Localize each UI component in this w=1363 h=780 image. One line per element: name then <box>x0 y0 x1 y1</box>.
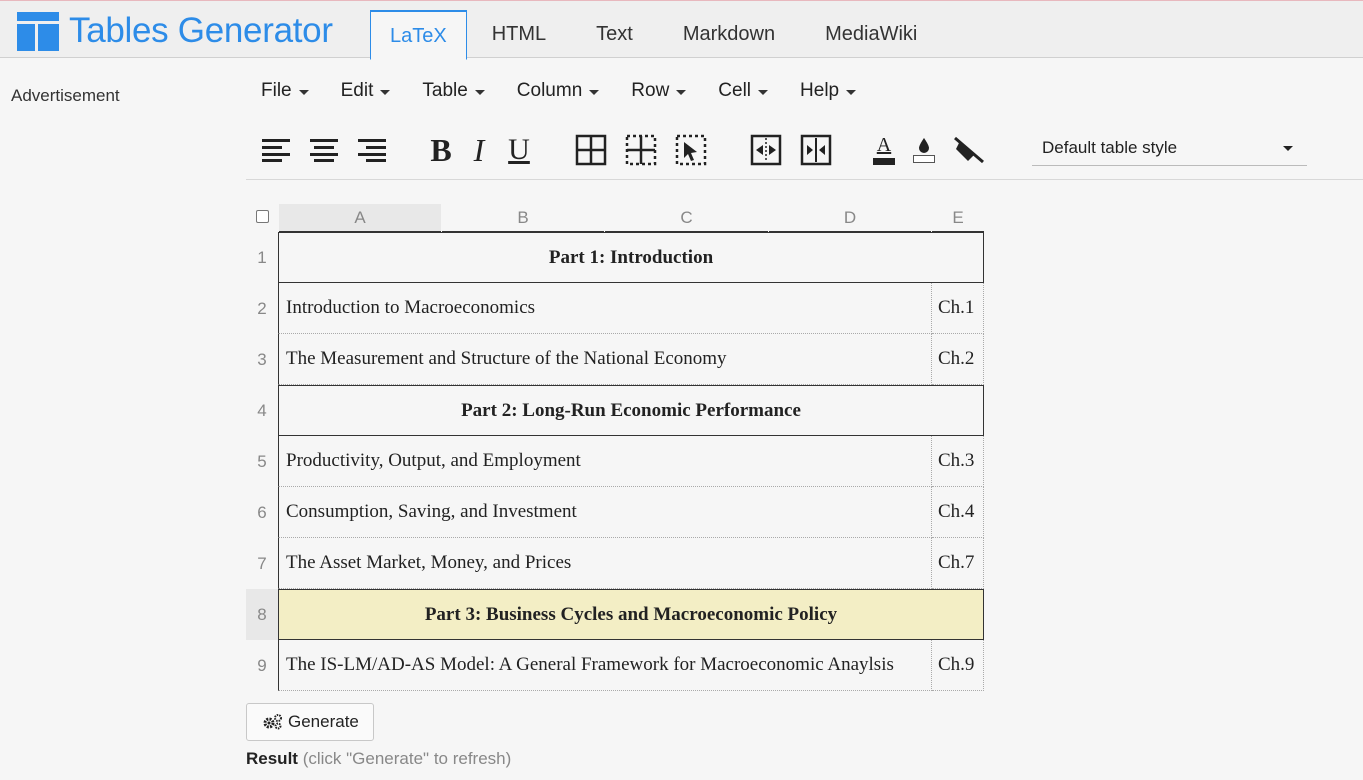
column-header-e[interactable]: E <box>932 204 984 232</box>
table-style-select[interactable]: Default table style <box>1032 130 1307 166</box>
merge-cells-icon[interactable] <box>748 132 784 168</box>
menu-column[interactable]: Column <box>516 80 600 102</box>
gears-icon <box>263 714 282 730</box>
table-cell[interactable]: The IS-LM/AD-AS Model: A General Framewo… <box>278 640 932 691</box>
table-cell[interactable]: Consumption, Saving, and Investment <box>278 487 932 538</box>
select-borders-icon[interactable] <box>673 132 709 168</box>
align-center-icon[interactable] <box>306 132 342 168</box>
row-header[interactable]: 3 <box>246 334 278 385</box>
row-header[interactable]: 6 <box>246 487 278 538</box>
align-left-icon[interactable] <box>258 132 294 168</box>
result-label: Result <box>246 749 298 768</box>
menu-label: Help <box>800 80 840 101</box>
menu-bar: File Edit Table Column Row Cell Help <box>261 80 888 102</box>
background-color-icon[interactable] <box>906 132 942 168</box>
menu-file[interactable]: File <box>261 80 309 102</box>
format-tabs: LaTeX HTML Text Markdown MediaWiki <box>370 10 942 60</box>
logo[interactable]: Tables Generator <box>17 11 333 51</box>
clear-format-icon[interactable] <box>951 132 987 168</box>
top-bar: Tables Generator LaTeX HTML Text Markdow… <box>0 0 1363 60</box>
row-header[interactable]: 1 <box>246 232 278 283</box>
format-toolbar: B I U A Default table style <box>246 126 1363 180</box>
column-header-c[interactable]: C <box>605 204 768 232</box>
tab-latex[interactable]: LaTeX <box>370 10 467 60</box>
table-cell[interactable]: Introduction to Macroeconomics <box>278 283 932 334</box>
menu-edit[interactable]: Edit <box>341 80 391 102</box>
caret-down-icon <box>298 89 309 95</box>
caret-down-icon <box>676 89 687 95</box>
text-color-icon[interactable]: A <box>866 132 902 168</box>
row-header[interactable]: 4 <box>246 385 278 436</box>
column-header-d[interactable]: D <box>769 204 931 232</box>
caret-down-icon <box>589 89 600 95</box>
caret-down-icon <box>380 89 391 95</box>
select-all-checkbox[interactable] <box>256 210 269 223</box>
text-color-glyph: A <box>876 133 892 156</box>
column-header-b[interactable]: B <box>442 204 604 232</box>
caret-down-icon <box>758 89 769 95</box>
row-header[interactable]: 9 <box>246 640 278 691</box>
menu-label: Cell <box>718 80 752 101</box>
menu-help[interactable]: Help <box>800 80 857 102</box>
caret-down-icon <box>474 89 485 95</box>
align-right-icon[interactable] <box>354 132 390 168</box>
table-cell[interactable]: The Measurement and Structure of the Nat… <box>278 334 932 385</box>
table-cell-chapter[interactable]: Ch.9 <box>932 640 984 691</box>
menu-label: Edit <box>340 80 374 101</box>
row-header[interactable]: 2 <box>246 283 278 334</box>
advertisement-label: Advertisement <box>11 86 120 105</box>
table-cell-merged[interactable]: Part 2: Long-Run Economic Performance <box>278 385 984 436</box>
table-cell-merged[interactable]: Part 3: Business Cycles and Macroeconomi… <box>278 589 984 640</box>
table-cell[interactable]: The Asset Market, Money, and Prices <box>278 538 932 589</box>
result-heading: Result (click "Generate" to refresh) <box>246 749 511 769</box>
result-hint: (click "Generate" to refresh) <box>302 749 512 768</box>
tab-mediawiki[interactable]: MediaWiki <box>800 10 942 59</box>
table-cell-chapter[interactable]: Ch.4 <box>932 487 984 538</box>
logo-icon <box>17 11 59 51</box>
table-cell-chapter[interactable]: Ch.3 <box>932 436 984 487</box>
table-style-value: Default table style <box>1042 138 1178 157</box>
generate-button[interactable]: Generate <box>246 703 374 741</box>
caret-down-icon <box>1283 146 1293 151</box>
all-borders-icon[interactable] <box>573 132 609 168</box>
row-header[interactable]: 7 <box>246 538 278 589</box>
table-cell-chapter[interactable]: Ch.2 <box>932 334 984 385</box>
tab-markdown[interactable]: Markdown <box>658 10 800 59</box>
menu-label: Table <box>422 80 468 101</box>
table-cell-chapter[interactable]: Ch.1 <box>932 283 984 334</box>
table-cell-chapter[interactable]: Ch.7 <box>932 538 984 589</box>
menu-row[interactable]: Row <box>631 80 687 102</box>
menu-cell[interactable]: Cell <box>718 80 769 102</box>
row-header[interactable]: 5 <box>246 436 278 487</box>
table-cell-merged[interactable]: Part 1: Introduction <box>278 232 984 283</box>
caret-down-icon <box>846 89 857 95</box>
inner-borders-icon[interactable] <box>623 132 659 168</box>
tab-html[interactable]: HTML <box>467 10 571 59</box>
tab-text[interactable]: Text <box>571 10 658 59</box>
menu-label: File <box>261 80 292 101</box>
menu-label: Column <box>516 80 583 101</box>
menu-table[interactable]: Table <box>422 80 485 102</box>
bold-icon[interactable]: B <box>423 132 459 168</box>
underline-icon[interactable]: U <box>501 132 537 168</box>
italic-icon[interactable]: I <box>461 132 497 168</box>
logo-text: Tables Generator <box>69 11 333 50</box>
table-cell[interactable]: Productivity, Output, and Employment <box>278 436 932 487</box>
menu-label: Row <box>631 80 670 101</box>
column-header-a[interactable]: A <box>279 204 441 232</box>
split-cells-icon[interactable] <box>798 132 834 168</box>
generate-label: Generate <box>288 712 359 731</box>
row-header[interactable]: 8 <box>246 589 278 640</box>
